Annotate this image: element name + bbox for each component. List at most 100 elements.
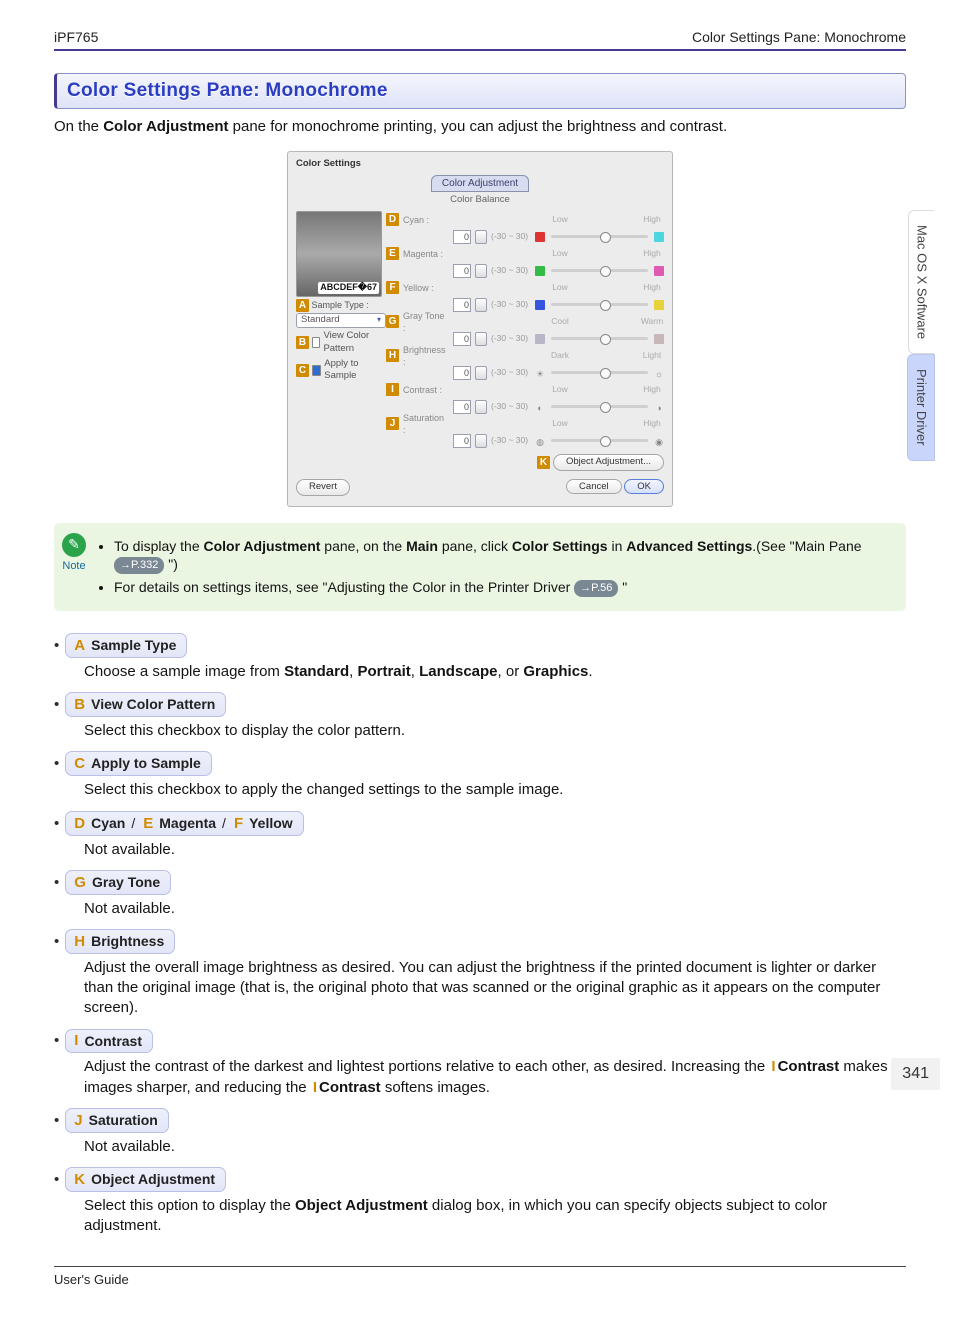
slider-label: Cyan : [403, 214, 449, 226]
slider-label: Yellow : [403, 282, 449, 294]
item-heading: •JSaturation [54, 1108, 906, 1133]
slider-range-label: (-30 ~ 30) [491, 435, 531, 446]
marker-h: H [386, 349, 399, 362]
color-swatch-icon [654, 266, 664, 276]
item-tag: CApply to Sample [65, 751, 212, 776]
slider-track[interactable] [551, 269, 648, 272]
bullet-icon: • [54, 816, 59, 831]
view-color-pattern-checkbox[interactable] [312, 337, 320, 348]
screenshot-dialog: Color Settings Color Adjustment Color Ba… [287, 151, 673, 507]
stepper-icon[interactable] [475, 298, 487, 312]
item-tag-text: Sample Type [91, 636, 176, 655]
marker-letter: F [232, 815, 245, 832]
stepper-icon[interactable] [475, 264, 487, 278]
stepper-icon[interactable] [475, 434, 487, 448]
note-box: ✎ Note To display the Color Adjustment p… [54, 523, 906, 612]
glyph-icon: ☼ [654, 368, 664, 378]
slider-value-input[interactable]: 0 [453, 366, 471, 380]
slider-value-input[interactable]: 0 [453, 264, 471, 278]
page-ref-link[interactable]: →P.332 [114, 557, 164, 574]
slider-value-input[interactable]: 0 [453, 298, 471, 312]
bullet-icon: • [54, 875, 59, 890]
slider-thumb-icon[interactable] [600, 334, 611, 345]
item-description: Choose a sample image from Standard, Por… [84, 662, 906, 682]
section-title: Color Settings Pane: Monochrome [67, 78, 895, 104]
stepper-icon[interactable] [475, 400, 487, 414]
section-title-bar: Color Settings Pane: Monochrome [54, 73, 906, 109]
color-swatch-icon [654, 334, 664, 344]
stepper-icon[interactable] [475, 332, 487, 346]
marker-letter: I [72, 1032, 80, 1049]
color-swatch-icon [535, 232, 545, 242]
sample-type-dropdown[interactable]: Standard ▾ [296, 313, 386, 328]
marker-letter: D [72, 815, 87, 832]
slider-label: Gray Tone : [403, 310, 449, 334]
slider-label: Magenta : [403, 248, 449, 260]
slider-value-input[interactable]: 0 [453, 400, 471, 414]
object-adjustment-button[interactable]: Object Adjustment... [553, 454, 664, 471]
ok-button[interactable]: OK [624, 479, 664, 494]
marker-e: E [386, 247, 399, 260]
slider-high-label: High [640, 282, 664, 293]
cancel-button[interactable]: Cancel [566, 479, 622, 494]
page-ref-link[interactable]: →P.56 [574, 580, 618, 597]
bullet-icon: • [54, 1113, 59, 1128]
slider-value-input[interactable]: 0 [453, 434, 471, 448]
slider-track[interactable] [551, 235, 648, 238]
slider-label: Brightness : [403, 344, 449, 368]
slider-track[interactable] [551, 337, 648, 340]
slider-value-input[interactable]: 0 [453, 332, 471, 346]
slider-high-label: High [640, 418, 664, 429]
bullet-icon: • [54, 697, 59, 712]
note-icon: ✎ [62, 533, 86, 557]
marker-a: A [296, 299, 309, 312]
slider-high-label: High [640, 214, 664, 225]
stepper-icon[interactable] [475, 230, 487, 244]
slider-track[interactable] [551, 439, 648, 442]
side-tabs: Mac OS X Software Printer Driver [890, 210, 952, 461]
slider-thumb-icon[interactable] [600, 368, 611, 379]
glyph-icon: ◍ [535, 436, 545, 446]
slider-track[interactable] [551, 303, 648, 306]
slider-track[interactable] [551, 371, 648, 374]
intro-text: On the Color Adjustment pane for monochr… [54, 117, 906, 137]
item-tag-text: Magenta [159, 814, 216, 833]
revert-button[interactable]: Revert [296, 479, 350, 496]
slider-high-label: Warm [640, 316, 664, 327]
side-tab-software[interactable]: Mac OS X Software [908, 210, 935, 354]
dialog-title: Color Settings [296, 158, 664, 171]
marker-k: K [537, 456, 550, 469]
tab-color-adjustment[interactable]: Color Adjustment [431, 175, 529, 193]
slider-thumb-icon[interactable] [600, 402, 611, 413]
slider-low-label: Low [548, 282, 572, 293]
bullet-icon: • [54, 934, 59, 949]
slider-range-label: (-30 ~ 30) [491, 299, 531, 310]
page-number: 341 [891, 1058, 940, 1090]
item-tag: HBrightness [65, 929, 175, 954]
slider-thumb-icon[interactable] [600, 266, 611, 277]
item-heading: •CApply to Sample [54, 751, 906, 776]
color-swatch-icon [535, 300, 545, 310]
marker-f: F [386, 281, 399, 294]
slider-low-label: Low [548, 384, 572, 395]
slider-value-input[interactable]: 0 [453, 230, 471, 244]
glyph-icon: ☀ [535, 368, 545, 378]
view-color-pattern-label: View Color Pattern [323, 330, 380, 356]
apply-to-sample-checkbox[interactable] [312, 365, 321, 376]
slider-list: DCyan :LowHigh0(-30 ~ 30)EMagenta :LowHi… [386, 211, 664, 450]
sample-type-label: Sample Type : [312, 300, 369, 310]
side-tab-printer-driver[interactable]: Printer Driver [907, 354, 935, 461]
footer-rule [54, 1266, 906, 1267]
item-tag: KObject Adjustment [65, 1167, 226, 1192]
item-heading: •BView Color Pattern [54, 692, 906, 717]
marker-letter: J [72, 1112, 84, 1129]
slider-low-label: Low [548, 248, 572, 259]
item-tag-text: Apply to Sample [91, 754, 201, 773]
item-tag: GGray Tone [65, 870, 171, 895]
item-heading: •ASample Type [54, 633, 906, 658]
slider-thumb-icon[interactable] [600, 436, 611, 447]
slider-track[interactable] [551, 405, 648, 408]
stepper-icon[interactable] [475, 366, 487, 380]
slider-thumb-icon[interactable] [600, 300, 611, 311]
slider-thumb-icon[interactable] [600, 232, 611, 243]
